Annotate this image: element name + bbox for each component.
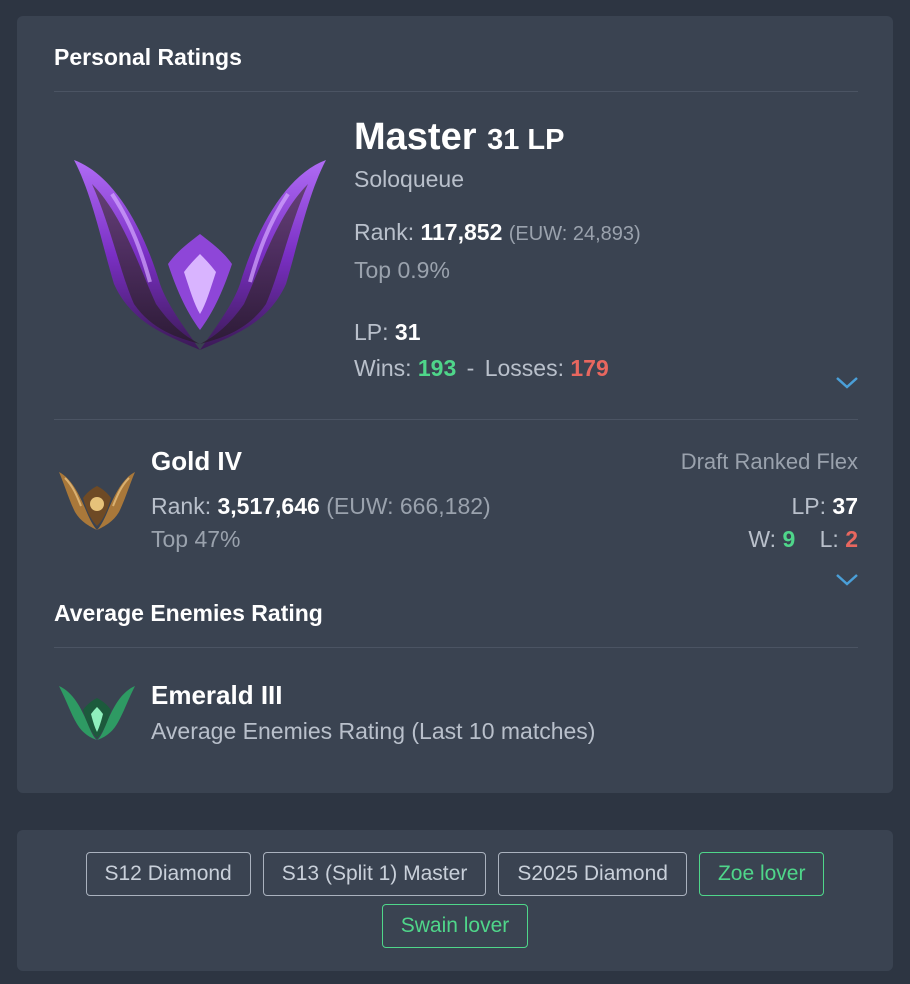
solo-losses-value: 179 [570,355,609,381]
solo-lp-value: 31 [394,319,421,345]
rank-label: Rank: [354,219,415,245]
lp-label: LP: [354,319,389,345]
badge-zoe-lover[interactable]: Zoe lover [698,852,825,896]
enemies-rating-title: Average Enemies Rating [54,600,323,626]
solo-top-percent: Top 0.9% [354,257,450,283]
badge-s13-master[interactable]: S13 (Split 1) Master [262,852,487,896]
flex-top-percent: Top 47% [151,526,241,552]
badge-s2025-diamond[interactable]: S2025 Diamond [498,852,687,896]
flex-losses-value: 2 [845,526,858,552]
solo-winloss-line: Wins: 193 - Losses: 179 [354,355,609,382]
flex-lp-value: 37 [832,493,858,519]
wins-label: Wins: [354,355,412,381]
solo-queue-name: Soloqueue [354,166,464,192]
solo-wins-value: 193 [417,355,457,381]
flex-queue-name: Draft Ranked Flex [680,449,858,474]
solo-rank-line: Rank: 117,852 (EUW: 24,893) [354,219,641,246]
solo-tier-heading: Master 31 LP [354,116,564,159]
emerald-emblem-icon [57,680,137,747]
flex-rank-line: Rank: 3,517,646 (EUW: 666,182) [151,493,491,520]
flex-rank-value: 3,517,646 [217,493,320,519]
rank-label: Rank: [151,493,212,519]
badges-card: S12 Diamond S13 (Split 1) Master S2025 D… [17,830,893,971]
flex-tier: Gold IV [151,446,242,476]
flex-lp-line: LP: 37 [791,493,858,520]
solo-lp-header: 31 LP [487,124,565,156]
master-emblem-icon [72,154,328,359]
l-label: L: [819,526,839,552]
divider [54,91,858,92]
solo-tier: Master [354,116,477,158]
solo-lp-line: LP: 31 [354,319,421,346]
ratings-card: Personal Ratings Master 31 LP Soloqueue … [17,16,893,793]
divider [54,419,858,420]
divider [54,647,858,648]
chevron-down-icon[interactable] [835,376,859,390]
flex-winloss-line: W: 9 L: 2 [748,526,858,553]
solo-rank-value: 117,852 [420,219,503,245]
badge-swain-lover[interactable]: Swain lover [381,904,529,948]
badge-list: S12 Diamond S13 (Split 1) Master S2025 D… [17,852,893,956]
solo-region-rank: (EUW: 24,893) [508,223,641,245]
chevron-down-icon[interactable] [835,573,859,587]
losses-label: Losses: [484,355,564,381]
w-label: W: [748,526,777,552]
lp-label: LP: [791,493,827,519]
personal-ratings-title: Personal Ratings [54,44,242,70]
enemies-tier: Emerald III [151,680,283,710]
winloss-separator: - [466,355,475,381]
gold-emblem-icon [57,468,137,537]
flex-region-rank: (EUW: 666,182) [326,493,491,519]
flex-wins-value: 9 [782,526,796,552]
badge-s12-diamond[interactable]: S12 Diamond [85,852,251,896]
enemies-description: Average Enemies Rating (Last 10 matches) [151,718,596,744]
